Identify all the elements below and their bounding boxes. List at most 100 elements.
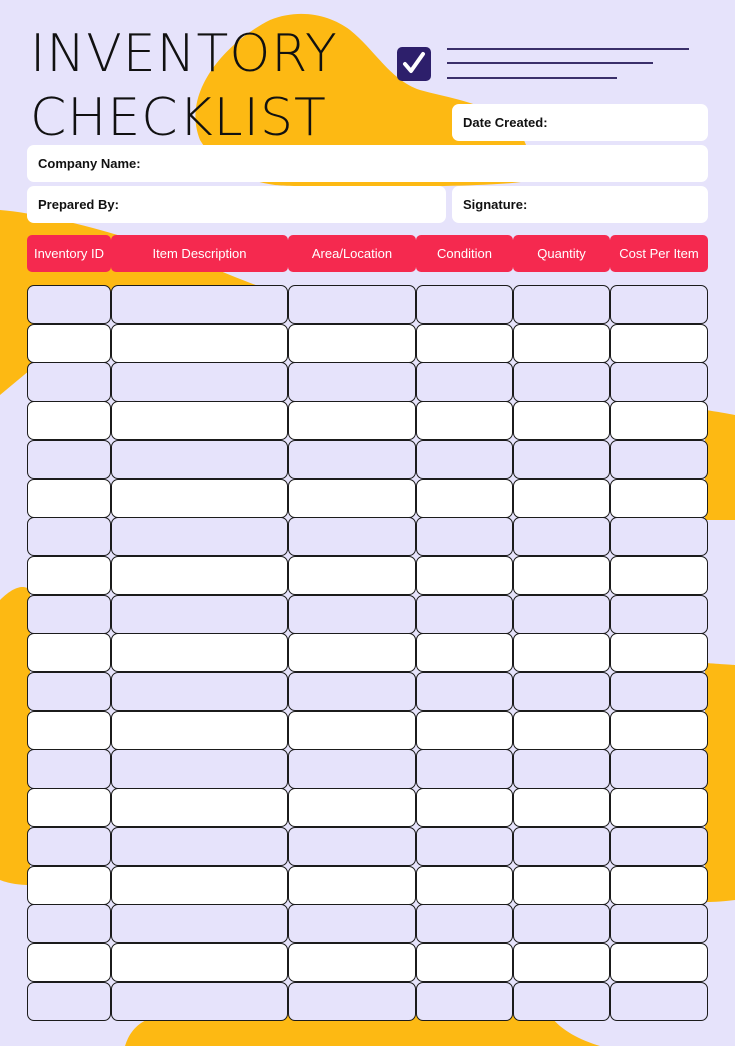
cell-inventory-id[interactable] <box>27 594 111 634</box>
cell-item-description[interactable] <box>111 788 288 828</box>
cell-inventory-id[interactable] <box>27 710 111 750</box>
cell-inventory-id[interactable] <box>27 981 111 1021</box>
prepared-by-field[interactable]: Prepared By: <box>27 186 446 223</box>
cell-condition[interactable] <box>416 942 513 983</box>
cell-quantity[interactable] <box>513 672 610 712</box>
cell-quantity[interactable] <box>513 439 610 479</box>
cell-quantity[interactable] <box>513 478 610 518</box>
cell-quantity[interactable] <box>513 788 610 828</box>
cell-condition[interactable] <box>416 981 513 1021</box>
cell-quantity[interactable] <box>513 517 610 557</box>
cell-inventory-id[interactable] <box>27 633 111 673</box>
cell-inventory-id[interactable] <box>27 865 111 905</box>
cell-quantity[interactable] <box>513 555 610 596</box>
cell-item-description[interactable] <box>111 594 288 634</box>
cell-inventory-id[interactable] <box>27 478 111 518</box>
cell-quantity[interactable] <box>513 401 610 441</box>
cell-inventory-id[interactable] <box>27 323 111 363</box>
cell-cost-per-item[interactable] <box>610 555 708 596</box>
cell-condition[interactable] <box>416 633 513 673</box>
cell-quantity[interactable] <box>513 633 610 673</box>
cell-inventory-id[interactable] <box>27 439 111 479</box>
cell-item-description[interactable] <box>111 362 288 402</box>
cell-item-description[interactable] <box>111 401 288 441</box>
cell-cost-per-item[interactable] <box>610 633 708 673</box>
cell-cost-per-item[interactable] <box>610 865 708 905</box>
signature-field[interactable]: Signature: <box>452 186 708 223</box>
cell-area-location[interactable] <box>288 323 416 363</box>
cell-condition[interactable] <box>416 672 513 712</box>
date-created-field[interactable]: Date Created: <box>452 104 708 141</box>
cell-condition[interactable] <box>416 788 513 828</box>
cell-area-location[interactable] <box>288 401 416 441</box>
cell-condition[interactable] <box>416 555 513 596</box>
cell-cost-per-item[interactable] <box>610 904 708 944</box>
cell-inventory-id[interactable] <box>27 942 111 983</box>
cell-cost-per-item[interactable] <box>610 439 708 479</box>
cell-cost-per-item[interactable] <box>610 942 708 983</box>
cell-item-description[interactable] <box>111 517 288 557</box>
cell-quantity[interactable] <box>513 285 610 325</box>
cell-item-description[interactable] <box>111 478 288 518</box>
cell-cost-per-item[interactable] <box>610 981 708 1021</box>
cell-area-location[interactable] <box>288 981 416 1021</box>
cell-item-description[interactable] <box>111 981 288 1021</box>
cell-condition[interactable] <box>416 865 513 905</box>
cell-area-location[interactable] <box>288 555 416 596</box>
cell-condition[interactable] <box>416 285 513 325</box>
cell-cost-per-item[interactable] <box>610 401 708 441</box>
cell-inventory-id[interactable] <box>27 401 111 441</box>
cell-cost-per-item[interactable] <box>610 672 708 712</box>
cell-area-location[interactable] <box>288 942 416 983</box>
cell-condition[interactable] <box>416 749 513 789</box>
cell-cost-per-item[interactable] <box>610 478 708 518</box>
cell-condition[interactable] <box>416 439 513 479</box>
cell-condition[interactable] <box>416 594 513 634</box>
cell-quantity[interactable] <box>513 826 610 866</box>
cell-item-description[interactable] <box>111 942 288 983</box>
cell-item-description[interactable] <box>111 555 288 596</box>
cell-area-location[interactable] <box>288 517 416 557</box>
cell-item-description[interactable] <box>111 865 288 905</box>
cell-quantity[interactable] <box>513 904 610 944</box>
cell-quantity[interactable] <box>513 362 610 402</box>
cell-quantity[interactable] <box>513 942 610 983</box>
cell-quantity[interactable] <box>513 865 610 905</box>
cell-area-location[interactable] <box>288 865 416 905</box>
cell-item-description[interactable] <box>111 285 288 325</box>
cell-quantity[interactable] <box>513 981 610 1021</box>
cell-area-location[interactable] <box>288 672 416 712</box>
cell-condition[interactable] <box>416 478 513 518</box>
cell-inventory-id[interactable] <box>27 788 111 828</box>
cell-cost-per-item[interactable] <box>610 710 708 750</box>
cell-area-location[interactable] <box>288 826 416 866</box>
cell-quantity[interactable] <box>513 749 610 789</box>
cell-item-description[interactable] <box>111 904 288 944</box>
cell-cost-per-item[interactable] <box>610 362 708 402</box>
cell-area-location[interactable] <box>288 904 416 944</box>
cell-inventory-id[interactable] <box>27 362 111 402</box>
cell-item-description[interactable] <box>111 710 288 750</box>
cell-cost-per-item[interactable] <box>610 788 708 828</box>
cell-area-location[interactable] <box>288 362 416 402</box>
cell-inventory-id[interactable] <box>27 555 111 596</box>
cell-area-location[interactable] <box>288 439 416 479</box>
cell-condition[interactable] <box>416 710 513 750</box>
cell-condition[interactable] <box>416 323 513 363</box>
cell-area-location[interactable] <box>288 633 416 673</box>
cell-condition[interactable] <box>416 904 513 944</box>
cell-cost-per-item[interactable] <box>610 594 708 634</box>
cell-inventory-id[interactable] <box>27 285 111 325</box>
cell-inventory-id[interactable] <box>27 517 111 557</box>
cell-item-description[interactable] <box>111 323 288 363</box>
cell-quantity[interactable] <box>513 323 610 363</box>
cell-area-location[interactable] <box>288 710 416 750</box>
cell-condition[interactable] <box>416 517 513 557</box>
cell-item-description[interactable] <box>111 633 288 673</box>
cell-condition[interactable] <box>416 401 513 441</box>
company-name-field[interactable]: Company Name: <box>27 145 708 182</box>
cell-area-location[interactable] <box>288 749 416 789</box>
cell-inventory-id[interactable] <box>27 749 111 789</box>
cell-area-location[interactable] <box>288 285 416 325</box>
cell-inventory-id[interactable] <box>27 826 111 866</box>
